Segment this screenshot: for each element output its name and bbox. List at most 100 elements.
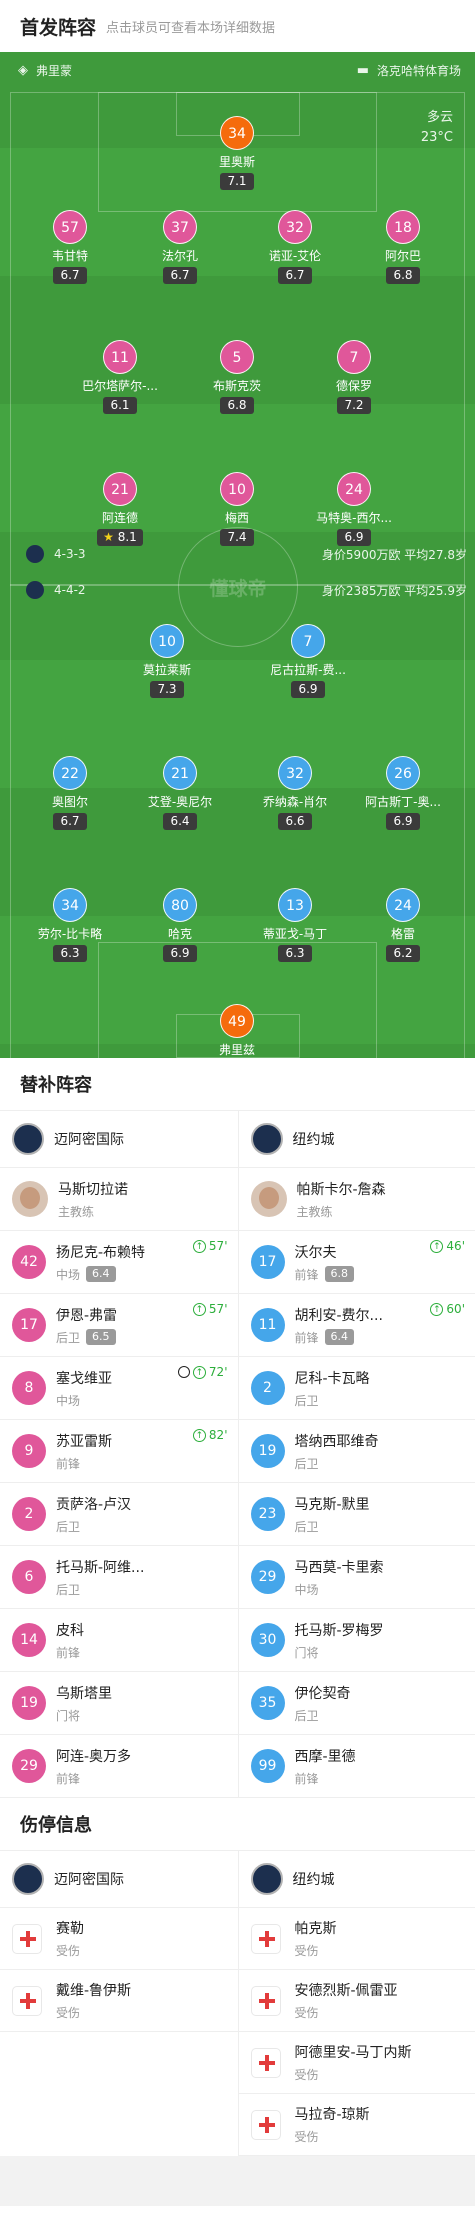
home-player[interactable]: 11 巴尔塔萨尔-... 6.1 bbox=[60, 340, 180, 414]
player-name: 尼科-卡瓦略 bbox=[294, 1370, 370, 1387]
sub-player-row[interactable]: 42 扬尼克-布赖特 中场 6.4 ↑ 57' bbox=[0, 1231, 238, 1294]
shirt-number: 17 bbox=[12, 1308, 46, 1342]
rating-value: 6.7 bbox=[285, 268, 305, 282]
away-player[interactable]: 7 尼古拉斯-费... 6.9 bbox=[248, 624, 368, 698]
sub-player-row[interactable]: 2 尼科-卡瓦略 后卫 bbox=[238, 1357, 475, 1420]
away-player[interactable]: 10 莫拉莱斯 7.3 bbox=[107, 624, 227, 698]
player-name: 法尔孔 bbox=[161, 249, 198, 263]
player-position-line: 后卫 bbox=[295, 1707, 351, 1724]
home-player[interactable]: 24 马特奥-西尔... 6.9 bbox=[294, 472, 414, 546]
sub-player-row[interactable]: 6 托马斯-阿维... 后卫 bbox=[0, 1546, 238, 1609]
player-rating: 6.5 bbox=[86, 1329, 116, 1345]
away-player[interactable]: 80 哈克 6.9 bbox=[120, 888, 240, 962]
home-player[interactable]: 5 布斯克茨 6.8 bbox=[177, 340, 297, 414]
player-name: 尼古拉斯-费... bbox=[270, 663, 346, 677]
sub-player-row[interactable]: 19 塔纳西耶维奇 后卫 bbox=[238, 1420, 475, 1483]
sub-player-row[interactable]: 29 马西莫-卡里索 中场 bbox=[238, 1546, 475, 1609]
injury-row[interactable]: 赛勒 受伤 bbox=[0, 1908, 238, 1970]
player-rating: 7.4 bbox=[220, 529, 254, 546]
injury-row[interactable]: 阿德里安-马丁内斯 受伤 bbox=[238, 2032, 475, 2094]
shirt-number: 8 bbox=[12, 1371, 46, 1405]
coach-role: 主教练 bbox=[58, 1204, 95, 1219]
home-formation: 4-3-3 bbox=[54, 547, 86, 561]
player-rating: 6.9 bbox=[386, 813, 420, 830]
shirt-number: 6 bbox=[12, 1560, 46, 1594]
pitch: ◈ 弗里蒙 ▬ 洛克哈特体育场 多云 23°C 懂球帝 4-3-3 身价5900… bbox=[0, 52, 475, 1058]
away-player[interactable]: 34 劳尔-比卡略 6.3 bbox=[10, 888, 130, 962]
injuries-home-team[interactable]: 迈阿密国际 bbox=[0, 1851, 238, 1908]
injury-row[interactable]: 马拉奇-琼斯 受伤 bbox=[238, 2094, 475, 2156]
medical-cross-icon bbox=[12, 1985, 42, 2016]
home-player[interactable]: 18 阿尔巴 6.8 bbox=[343, 210, 463, 284]
player-position-line: 后卫 bbox=[295, 1518, 370, 1535]
home-player[interactable]: 7 德保罗 7.2 bbox=[294, 340, 414, 414]
subs-table: 迈阿密国际 马斯切拉诺 主教练 42 扬尼克-布赖特 中场 6.4 ↑ 57' 17 伊恩-弗… bbox=[0, 1110, 475, 1798]
player-name: 沃尔夫 bbox=[294, 1244, 337, 1261]
sub-player-row[interactable]: 35 伊伦契奇后卫 bbox=[238, 1672, 475, 1735]
sub-player-row[interactable]: 2 贡萨洛-卢汉 后卫 bbox=[0, 1483, 238, 1546]
away-player[interactable]: 22 奥图尔 6.7 bbox=[10, 756, 130, 830]
player-name: 伊伦契奇 bbox=[294, 1685, 351, 1702]
player-name: 巴尔塔萨尔-... bbox=[82, 379, 158, 393]
sub-player-row[interactable]: 8 塞戈维亚 中场 ↑ 72' bbox=[0, 1357, 238, 1420]
sub-player-row[interactable]: 17 沃尔夫 前锋 6.8 ↑ 46' bbox=[238, 1231, 475, 1294]
player-name: 劳尔-比卡略 bbox=[37, 927, 103, 941]
injuries-away-team[interactable]: 纽约城 bbox=[238, 1851, 475, 1908]
rating-value: 6.6 bbox=[285, 814, 305, 828]
player-rating: 6.4 bbox=[163, 813, 197, 830]
away-player[interactable]: 49弗里兹6.0 bbox=[177, 1004, 297, 1058]
sub-player-row[interactable]: 29 阿连-奥万多 前锋 bbox=[0, 1735, 238, 1798]
sub-in-icon: ↑ bbox=[430, 1239, 444, 1253]
player-position: 后卫 bbox=[56, 1582, 81, 1597]
player-position: 中场 bbox=[56, 1267, 81, 1282]
shirt-number: 5 bbox=[220, 340, 254, 374]
sub-player-row[interactable]: 99 西摩-里德 前锋 bbox=[238, 1735, 475, 1798]
home-player[interactable]: 32 诺亚-艾伦 6.7 bbox=[235, 210, 355, 284]
injury-row[interactable]: 安德烈斯-佩雷亚 受伤 bbox=[238, 1970, 475, 2032]
away-player[interactable]: 32 乔纳森-肖尔 6.6 bbox=[235, 756, 355, 830]
sub-in-icon: ↑ bbox=[192, 1302, 206, 1316]
shirt-number: 14 bbox=[12, 1623, 46, 1657]
away-player[interactable]: 26 阿古斯丁-奥... 6.9 bbox=[343, 756, 463, 830]
player-name: 阿连-奥万多 bbox=[56, 1748, 132, 1765]
player-name: 诺亚-艾伦 bbox=[268, 249, 322, 263]
sub-in-icon: ↑ bbox=[192, 1365, 206, 1379]
player-rating: 7.1 bbox=[220, 173, 254, 190]
sub-player-row[interactable]: 19 乌斯塔里 门将 bbox=[0, 1672, 238, 1735]
injury-row[interactable]: 帕克斯 受伤 bbox=[238, 1908, 475, 1970]
injury-row[interactable]: 戴维-鲁伊斯 受伤 bbox=[0, 1970, 238, 2032]
sub-in-marker: ↑ 60' bbox=[430, 1302, 465, 1316]
away-coach-row[interactable]: 帕斯卡尔-詹森 主教练 bbox=[238, 1168, 475, 1231]
home-formation-row: 4-3-3 身价5900万欧 平均27.8岁 bbox=[26, 545, 467, 563]
home-player[interactable]: 57 韦甘特 6.7 bbox=[10, 210, 130, 284]
shirt-number: 80 bbox=[163, 888, 197, 922]
home-player[interactable]: 10 梅西 7.4 bbox=[177, 472, 297, 546]
sub-in-icon: ↑ bbox=[192, 1428, 206, 1442]
player-name: 马西莫-卡里索 bbox=[294, 1559, 384, 1576]
subs-away-team[interactable]: 纽约城 bbox=[238, 1111, 475, 1168]
stadium-name: 洛克哈特体育场 bbox=[376, 64, 461, 78]
away-player[interactable]: 24 格雷 6.2 bbox=[343, 888, 463, 962]
sub-player-row[interactable]: 11 胡利安-费尔... 前锋 6.4 ↑ 60' bbox=[238, 1294, 475, 1357]
home-player[interactable]: 21 阿连德 ★ 8.1 bbox=[60, 472, 180, 546]
sub-player-row[interactable]: 30 托马斯-罗梅罗 门将 bbox=[238, 1609, 475, 1672]
player-rating: 6.8 bbox=[386, 267, 420, 284]
player-position: 中场 bbox=[294, 1582, 319, 1597]
home-player[interactable]: 37 法尔孔 6.7 bbox=[120, 210, 240, 284]
home-coach-row[interactable]: 马斯切拉诺 主教练 bbox=[0, 1168, 238, 1231]
home-player[interactable]: 34 里奥斯 7.1 bbox=[177, 116, 297, 190]
shirt-number: 35 bbox=[250, 1686, 285, 1720]
player-position: 前锋 bbox=[56, 1456, 81, 1471]
sub-minute: 57' bbox=[208, 1239, 228, 1253]
away-player[interactable]: 13 蒂亚戈-马丁 6.3 bbox=[235, 888, 355, 962]
sub-player-row[interactable]: 9 苏亚雷斯 前锋 ↑ 82' bbox=[0, 1420, 238, 1483]
sub-player-row[interactable]: 23 马克斯-默里 后卫 bbox=[238, 1483, 475, 1546]
sub-player-row[interactable]: 17 伊恩-弗雷 后卫 6.5 ↑ 57' bbox=[0, 1294, 238, 1357]
injury-status: 受伤 bbox=[294, 1944, 319, 1958]
rating-value: 6.8 bbox=[227, 398, 247, 412]
away-player[interactable]: 21 艾登-奥尼尔 6.4 bbox=[120, 756, 240, 830]
shirt-number: 7 bbox=[337, 340, 371, 374]
subs-home-team[interactable]: 迈阿密国际 bbox=[0, 1111, 238, 1168]
injury-status: 受伤 bbox=[294, 2130, 319, 2144]
sub-player-row[interactable]: 14 皮科 前锋 bbox=[0, 1609, 238, 1672]
